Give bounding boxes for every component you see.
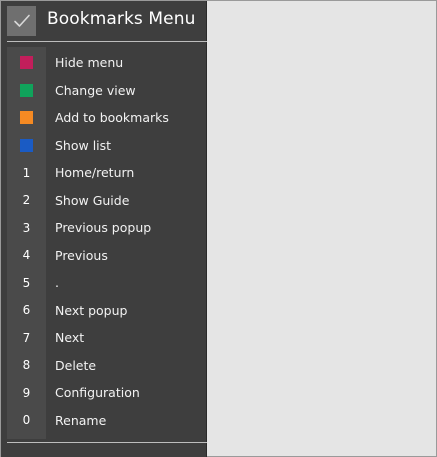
number-key: 0	[22, 413, 31, 428]
menu-item-label: Next popup	[55, 302, 128, 318]
number-key: 4	[22, 248, 31, 263]
number-key: 8	[22, 358, 31, 373]
menu-item-previous-popup[interactable]: 3 Previous popup	[7, 214, 207, 242]
menu-item-delete[interactable]: 8 Delete	[7, 352, 207, 380]
menu-item-configuration[interactable]: 9 Configuration	[7, 379, 207, 407]
menu-item-label: Change view	[55, 82, 136, 98]
number-key: 3	[22, 220, 31, 235]
header-divider	[7, 41, 207, 42]
menu-item-label: Hide menu	[55, 55, 124, 71]
menu-item-label: .	[55, 275, 59, 291]
number-key: 1	[22, 165, 31, 180]
number-key: 7	[22, 330, 31, 345]
menu-items-list: Hide menu Change view Add to bookmarks Show…	[7, 49, 207, 434]
menu-header: Bookmarks Menu	[1, 1, 207, 40]
number-key: 5	[22, 275, 31, 290]
color-swatch-icon	[20, 56, 33, 70]
color-key	[7, 132, 46, 160]
menu-item-label: Show list	[55, 137, 112, 153]
color-swatch-icon	[20, 111, 33, 125]
content-area	[207, 1, 436, 456]
menu-item-add-to-bookmarks[interactable]: Add to bookmarks	[7, 104, 207, 132]
menu-item-show-guide[interactable]: 2 Show Guide	[7, 187, 207, 215]
menu-item-label: Delete	[55, 357, 97, 373]
menu-item-next-popup[interactable]: 6 Next popup	[7, 297, 207, 325]
menu-item-hide-menu[interactable]: Hide menu	[7, 49, 207, 77]
menu-item-show-list[interactable]: Show list	[7, 132, 207, 160]
menu-item-rename[interactable]: 0 Rename	[7, 407, 207, 435]
menu-item-dot[interactable]: 5.	[7, 269, 207, 297]
menu-item-previous[interactable]: 4 Previous	[7, 242, 207, 270]
number-key: 2	[22, 193, 31, 208]
menu-item-label: Show Guide	[55, 192, 130, 208]
color-key	[7, 104, 46, 132]
menu-item-label: Home/return	[55, 165, 135, 181]
menu-item-label: Previous	[55, 247, 108, 263]
tv-screen: Bookmarks Menu Hide menu Change view Add t…	[0, 0, 437, 457]
menu-item-label: Previous popup	[55, 220, 152, 236]
menu-item-label: Next	[55, 330, 85, 346]
color-key	[7, 49, 46, 77]
number-key: 9	[22, 385, 31, 400]
menu-title: Bookmarks Menu	[47, 9, 196, 29]
menu-item-label: Rename	[55, 412, 107, 428]
color-swatch-icon	[20, 138, 33, 152]
checkmark-icon[interactable]	[7, 6, 36, 36]
menu-item-next[interactable]: 7 Next	[7, 324, 207, 352]
menu-item-change-view[interactable]: Change view	[7, 77, 207, 105]
color-key	[7, 77, 46, 105]
number-key: 6	[22, 303, 31, 318]
footer-divider	[7, 442, 207, 443]
menu-item-label: Configuration	[55, 385, 140, 401]
color-swatch-icon	[20, 83, 33, 97]
menu-item-label: Add to bookmarks	[55, 110, 169, 126]
bookmarks-menu-panel: Bookmarks Menu Hide menu Change view Add t…	[1, 1, 207, 457]
menu-item-home-return[interactable]: 1 Home/return	[7, 159, 207, 187]
